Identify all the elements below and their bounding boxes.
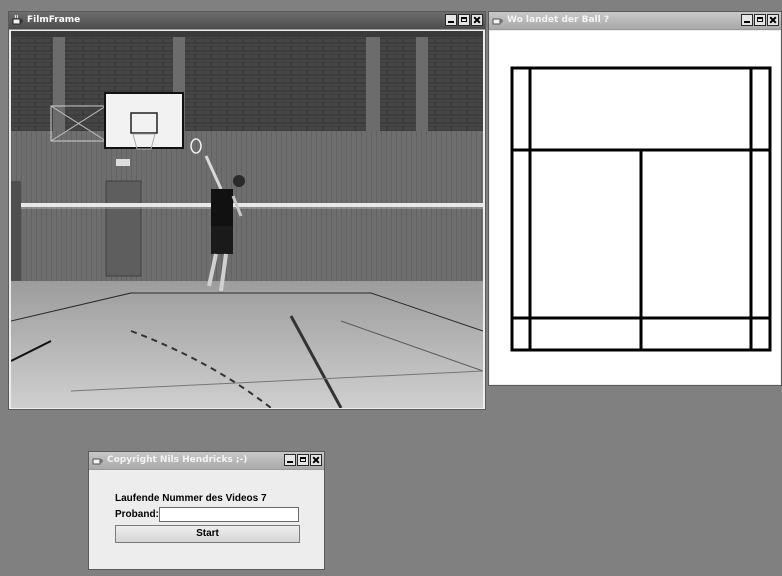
minimize-icon[interactable]	[284, 454, 296, 466]
minimize-icon[interactable]	[741, 14, 753, 26]
java-cup-icon	[492, 18, 503, 25]
video-frame	[11, 31, 483, 408]
badminton-net	[11, 203, 483, 207]
video-number-label: Laufende Nummer des Videos 7	[115, 493, 267, 504]
close-icon[interactable]	[471, 14, 483, 26]
film-frame-title: FilmFrame	[27, 15, 81, 25]
court-title: Wo landet der Ball ?	[507, 15, 610, 25]
dialog-title: Copyright Nils Hendricks ;-)	[107, 455, 248, 465]
floor	[11, 281, 483, 408]
maximize-icon[interactable]	[754, 14, 766, 26]
dialog-titlebar[interactable]: Copyright Nils Hendricks ;-)	[89, 452, 324, 470]
maximize-icon[interactable]	[297, 454, 309, 466]
film-frame-titlebar[interactable]: FilmFrame	[9, 12, 485, 30]
subject-label: Proband:	[115, 509, 159, 520]
subject-input[interactable]	[159, 507, 299, 522]
minimize-icon[interactable]	[445, 14, 457, 26]
court-window: Wo landet der Ball ?	[488, 11, 782, 386]
close-icon[interactable]	[310, 454, 322, 466]
brick-wall	[11, 31, 483, 131]
film-frame-window: FilmFrame	[8, 11, 486, 410]
basketball-backboard	[104, 92, 184, 149]
badminton-court[interactable]	[490, 31, 782, 385]
court-titlebar[interactable]: Wo landet der Ball ?	[489, 12, 781, 30]
java-cup-icon	[12, 14, 23, 25]
close-icon[interactable]	[767, 14, 779, 26]
start-dialog: Copyright Nils Hendricks ;-) Laufende Nu…	[88, 451, 325, 570]
court-area[interactable]	[490, 31, 780, 384]
java-cup-icon	[92, 458, 103, 465]
start-button[interactable]: Start	[115, 525, 300, 543]
maximize-icon[interactable]	[458, 14, 470, 26]
